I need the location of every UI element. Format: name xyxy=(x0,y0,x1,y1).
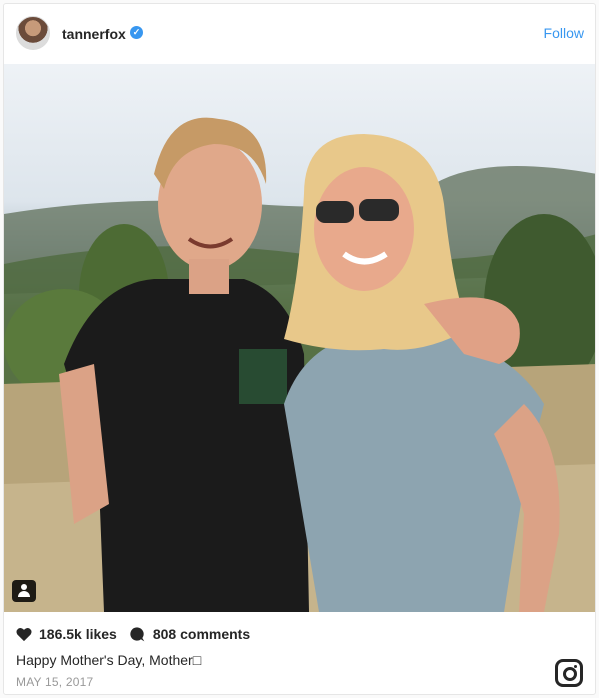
likes-count[interactable]: 186.5k likes xyxy=(39,626,117,642)
comment-bubble-icon[interactable] xyxy=(129,626,145,642)
verified-badge-icon: ✓ xyxy=(130,26,143,39)
heart-icon[interactable] xyxy=(16,627,32,642)
engagement-stats: 186.5k likes 808 comments xyxy=(16,626,250,642)
instagram-logo-icon[interactable] xyxy=(555,659,583,687)
post-header: tannerfox ✓ Follow xyxy=(4,4,595,64)
post-photo[interactable] xyxy=(4,64,595,612)
avatar[interactable] xyxy=(16,16,50,50)
post-caption: Happy Mother's Day, Mother□ xyxy=(16,652,202,668)
instagram-post-card: tannerfox ✓ Follow 186.5k likes 808 comm… xyxy=(3,3,596,695)
username[interactable]: tannerfox xyxy=(62,26,126,42)
comments-count[interactable]: 808 comments xyxy=(153,626,250,642)
follow-button[interactable]: Follow xyxy=(544,25,584,41)
photo-illustration xyxy=(4,117,595,612)
post-date[interactable]: MAY 15, 2017 xyxy=(16,675,93,689)
user-tag-icon[interactable] xyxy=(12,580,36,602)
post-footer: 186.5k likes 808 comments Happy Mother's… xyxy=(4,612,595,694)
